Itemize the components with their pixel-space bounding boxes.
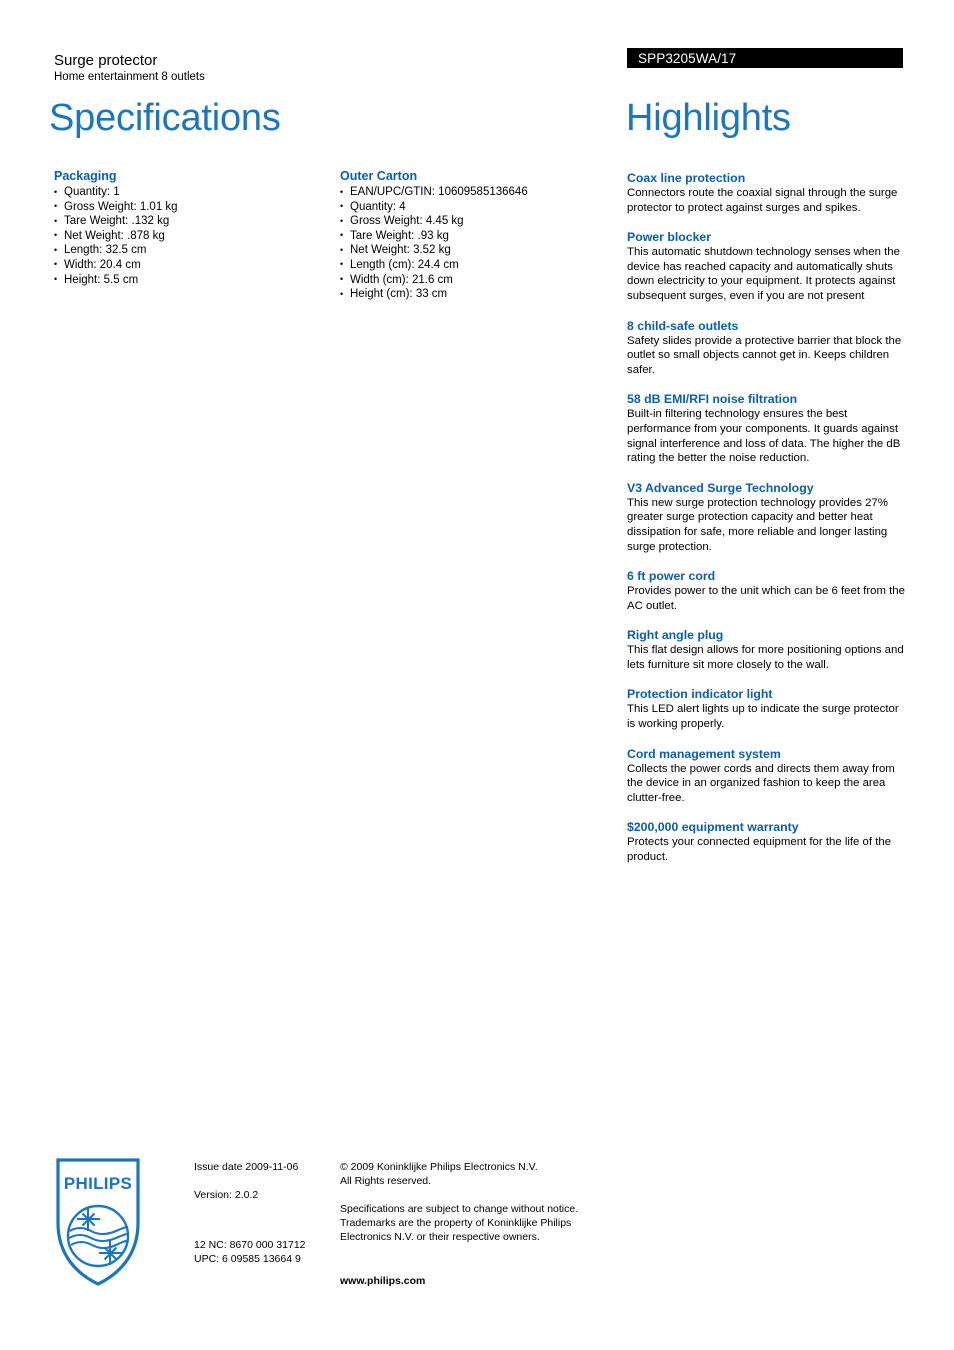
product-code-bar: SPP3205WA/17 bbox=[627, 48, 903, 68]
highlight-body: This new surge protection technology pro… bbox=[627, 496, 888, 553]
product-subtitle: Home entertainment 8 outlets bbox=[54, 71, 205, 83]
spec-item: Quantity: 4 bbox=[340, 199, 602, 215]
product-name: Surge protector bbox=[54, 52, 158, 69]
footer-legal-column: © 2009 Koninklijke Philips Electronics N… bbox=[340, 1160, 610, 1288]
issue-date: Issue date 2009-11-06 bbox=[194, 1161, 299, 1173]
highlight-item: Power blocker This automatic shutdown te… bbox=[627, 229, 905, 303]
highlight-title: 58 dB EMI/RFI noise filtration bbox=[627, 392, 798, 407]
spec-section-outer-carton: Outer Carton EAN/UPC/GTIN: 1060958513664… bbox=[340, 168, 602, 302]
highlight-body: Built-in filtering technology ensures th… bbox=[627, 408, 901, 465]
disclaimer: Specifications are subject to change wit… bbox=[340, 1203, 579, 1243]
spec-item: Gross Weight: 4.45 kg bbox=[340, 214, 602, 229]
spec-item: EAN/UPC/GTIN: 10609585136646 bbox=[340, 185, 602, 200]
highlight-title: V3 Advanced Surge Technology bbox=[627, 480, 814, 495]
highlight-title: Protection indicator light bbox=[627, 687, 773, 702]
spec-section-heading: Packaging bbox=[54, 169, 117, 183]
spec-list-packaging: Quantity: 1 Gross Weight: 1.01 kg Tare W… bbox=[54, 185, 316, 287]
highlight-item: Coax line protection Connectors route th… bbox=[627, 170, 905, 215]
upc: UPC: 6 09585 13664 9 bbox=[194, 1253, 301, 1265]
footer-meta-column: Issue date 2009-11-06 Version: 2.0.2 12 … bbox=[194, 1160, 334, 1266]
highlights-title: Highlights bbox=[626, 97, 791, 139]
product-header: Surge protector Home entertainment 8 out… bbox=[54, 52, 474, 85]
highlight-body: Collects the power cords and directs the… bbox=[627, 762, 895, 804]
highlight-body: Connectors route the coaxial signal thro… bbox=[627, 187, 898, 214]
spec-section-heading: Outer Carton bbox=[340, 169, 418, 183]
highlight-title: Cord management system bbox=[627, 746, 781, 761]
highlight-body: Safety slides provide a protective barri… bbox=[627, 334, 902, 376]
version: Version: 2.0.2 bbox=[194, 1189, 259, 1201]
highlight-title: Right angle plug bbox=[627, 628, 724, 643]
svg-text:PHILIPS: PHILIPS bbox=[64, 1174, 132, 1193]
twelve-nc: 12 NC: 8670 000 31712 bbox=[194, 1239, 306, 1251]
highlights-list: Coax line protection Connectors route th… bbox=[627, 170, 905, 879]
highlight-body: Provides power to the unit which can be … bbox=[627, 585, 905, 612]
spec-item: Net Weight: 3.52 kg bbox=[340, 243, 602, 258]
highlight-title: $200,000 equipment warranty bbox=[627, 820, 799, 835]
highlight-item: 6 ft power cord Provides power to the un… bbox=[627, 568, 905, 613]
highlight-item: 58 dB EMI/RFI noise filtration Built-in … bbox=[627, 391, 905, 465]
copyright-line-2: All Rights reserved. bbox=[340, 1175, 432, 1187]
spec-item: Width (cm): 21.6 cm bbox=[340, 272, 602, 288]
product-code: SPP3205WA/17 bbox=[638, 51, 737, 66]
philips-logo: PHILIPS bbox=[55, 1157, 141, 1287]
spec-item: Quantity: 1 bbox=[54, 185, 316, 200]
highlight-item: V3 Advanced Surge Technology This new su… bbox=[627, 480, 905, 554]
copyright-line-1: © 2009 Koninklijke Philips Electronics N… bbox=[340, 1161, 538, 1173]
highlight-body: Protects your connected equipment for th… bbox=[627, 836, 892, 864]
spec-item: Length (cm): 24.4 cm bbox=[340, 257, 602, 273]
spec-item: Width: 20.4 cm bbox=[54, 257, 316, 273]
highlight-item: Protection indicator light This LED aler… bbox=[627, 686, 905, 731]
spec-item: Height (cm): 33 cm bbox=[340, 287, 602, 302]
highlight-title: Power blocker bbox=[627, 230, 712, 245]
highlight-item: Cord management system Collects the powe… bbox=[627, 746, 905, 806]
highlight-title: Coax line protection bbox=[627, 171, 746, 185]
highlight-body: This automatic shutdown technology sense… bbox=[627, 246, 900, 302]
spec-item: Gross Weight: 1.01 kg bbox=[54, 199, 316, 215]
spec-item: Length: 32.5 cm bbox=[54, 243, 316, 258]
spec-list-outer-carton: EAN/UPC/GTIN: 10609585136646 Quantity: 4… bbox=[340, 185, 602, 302]
highlight-body: This LED alert lights up to indicate the… bbox=[627, 703, 899, 731]
spec-item: Height: 5.5 cm bbox=[54, 272, 316, 288]
highlight-item: $200,000 equipment warranty Protects you… bbox=[627, 819, 905, 864]
spec-item: Net Weight: .878 kg bbox=[54, 228, 316, 244]
website-link[interactable]: www.philips.com bbox=[340, 1274, 610, 1288]
highlight-item: 8 child-safe outlets Safety slides provi… bbox=[627, 318, 905, 378]
highlight-title: 6 ft power cord bbox=[627, 569, 716, 584]
highlight-item: Right angle plug This flat design allows… bbox=[627, 627, 905, 672]
spec-item: Tare Weight: .93 kg bbox=[340, 228, 602, 244]
specifications-title: Specifications bbox=[49, 97, 281, 139]
highlight-body: This flat design allows for more positio… bbox=[627, 644, 904, 671]
spec-section-packaging: Packaging Quantity: 1 Gross Weight: 1.01… bbox=[54, 168, 316, 287]
spec-item: Tare Weight: .132 kg bbox=[54, 214, 316, 229]
highlight-title: 8 child-safe outlets bbox=[627, 318, 739, 333]
